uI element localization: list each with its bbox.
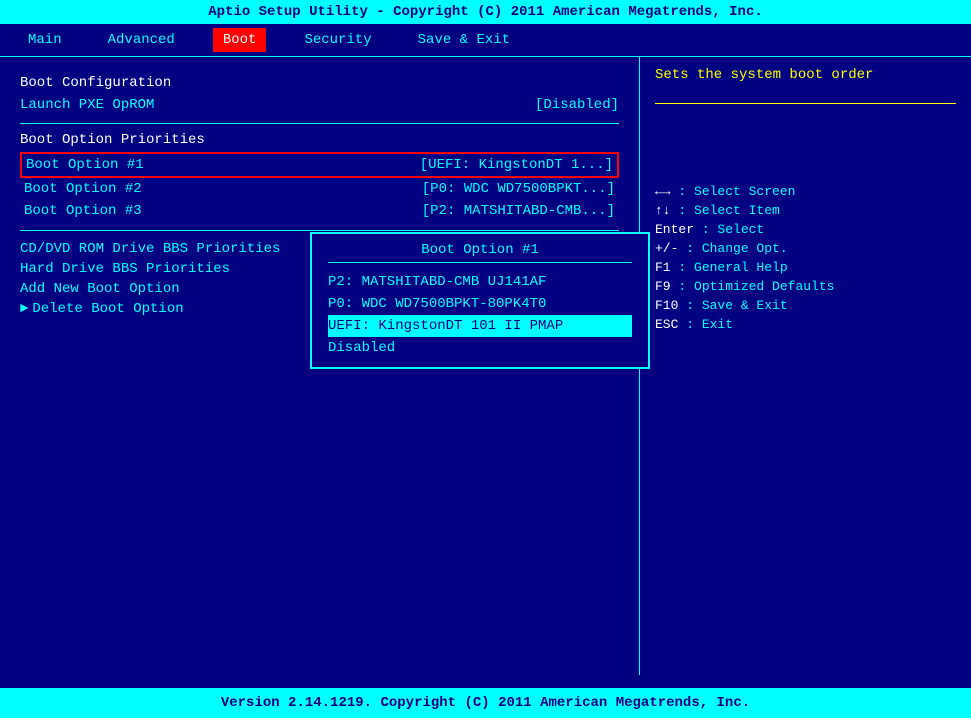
- menu-item-boot[interactable]: Boot: [213, 28, 267, 52]
- key-f10-key: F10: [655, 298, 678, 313]
- boot-option-3-row[interactable]: Boot Option #3 [P2: MATSHITABD-CMB...]: [20, 200, 619, 222]
- key-2-desc: : Change Opt.: [686, 241, 787, 256]
- key-esc-key: ESC: [655, 317, 678, 332]
- boot-option-3-label: Boot Option #3: [24, 203, 142, 219]
- key-esc-desc: : Exit: [686, 317, 733, 332]
- key-f9-desc: : Optimized Defaults: [678, 279, 834, 294]
- key-hint-enter: Enter : Select: [655, 222, 956, 237]
- divider1: [20, 123, 619, 124]
- link-cddvd-label: CD/DVD ROM Drive BBS Priorities: [20, 241, 280, 257]
- key-0-desc: : Select Screen: [678, 184, 795, 199]
- dropdown-popup: Boot Option #1 P2: MATSHITABD-CMB UJ141A…: [310, 232, 650, 369]
- key-enter-key: Enter: [655, 222, 694, 237]
- boot-option-1-value: [UEFI: KingstonDT 1...]: [420, 157, 613, 173]
- menu-item-main[interactable]: Main: [20, 30, 70, 50]
- key-1-desc: : Select Item: [678, 203, 779, 218]
- dropdown-item-0[interactable]: P2: MATSHITABD-CMB UJ141AF: [328, 271, 632, 293]
- launch-pxe-label: Launch PXE OpROM: [20, 97, 154, 113]
- key-hint-f10: F10 : Save & Exit: [655, 298, 956, 313]
- link-delete-boot-label: Delete Boot Option: [32, 301, 183, 317]
- key-2-key: +/-: [655, 241, 678, 256]
- boot-option-2-row[interactable]: Boot Option #2 [P0: WDC WD7500BPKT...]: [20, 178, 619, 200]
- boot-option-3-value: [P2: MATSHITABD-CMB...]: [422, 203, 615, 219]
- key-hint-1: ↑↓ : Select Item: [655, 203, 956, 218]
- key-0-key: ←→: [655, 184, 671, 199]
- key-f10-desc: : Save & Exit: [686, 298, 787, 313]
- key-f1-desc: : General Help: [678, 260, 787, 275]
- arrow-icon: ►: [20, 301, 28, 317]
- key-1-key: ↑↓: [655, 203, 671, 218]
- dropdown-item-2[interactable]: UEFI: KingstonDT 101 II PMAP: [328, 315, 632, 337]
- main-container: Boot Configuration Launch PXE OpROM [Dis…: [0, 57, 971, 675]
- key-hint-f1: F1 : General Help: [655, 260, 956, 275]
- menu-bar: Main Advanced Boot Security Save & Exit: [0, 24, 971, 57]
- divider2: [20, 230, 619, 231]
- menu-item-advanced[interactable]: Advanced: [100, 30, 183, 50]
- dropdown-item-1[interactable]: P0: WDC WD7500BPKT-80PK4T0: [328, 293, 632, 315]
- key-f9-key: F9: [655, 279, 671, 294]
- left-panel: Boot Configuration Launch PXE OpROM [Dis…: [0, 57, 640, 675]
- key-hint-2: +/- : Change Opt.: [655, 241, 956, 256]
- bottom-bar: Version 2.14.1219. Copyright (C) 2011 Am…: [0, 688, 971, 718]
- launch-pxe-row: Launch PXE OpROM [Disabled]: [20, 95, 619, 115]
- link-add-boot-label: Add New Boot Option: [20, 281, 180, 297]
- key-hint-esc: ESC : Exit: [655, 317, 956, 332]
- divider3: [655, 103, 956, 104]
- menu-item-save-exit[interactable]: Save & Exit: [410, 30, 518, 50]
- bottom-text: Version 2.14.1219. Copyright (C) 2011 Am…: [221, 695, 750, 711]
- dropdown-item-3[interactable]: Disabled: [328, 337, 632, 359]
- boot-option-1-row[interactable]: Boot Option #1 [UEFI: KingstonDT 1...]: [20, 152, 619, 178]
- help-text: Sets the system boot order: [655, 67, 956, 83]
- title-bar: Aptio Setup Utility - Copyright (C) 2011…: [0, 0, 971, 24]
- key-f1-key: F1: [655, 260, 671, 275]
- section1-title: Boot Configuration: [20, 75, 619, 91]
- key-enter-desc: : Select: [702, 222, 764, 237]
- menu-item-security[interactable]: Security: [296, 30, 379, 50]
- boot-option-1-label: Boot Option #1: [26, 157, 144, 173]
- key-hint-f9: F9 : Optimized Defaults: [655, 279, 956, 294]
- boot-option-2-label: Boot Option #2: [24, 181, 142, 197]
- boot-option-2-value: [P0: WDC WD7500BPKT...]: [422, 181, 615, 197]
- right-panel: Sets the system boot order ←→ : Select S…: [640, 57, 971, 675]
- key-hint-0: ←→ : Select Screen: [655, 184, 956, 199]
- launch-pxe-value[interactable]: [Disabled]: [535, 97, 619, 113]
- title-text: Aptio Setup Utility - Copyright (C) 2011…: [208, 4, 763, 20]
- link-harddrive-label: Hard Drive BBS Priorities: [20, 261, 230, 277]
- section2-title: Boot Option Priorities: [20, 132, 619, 148]
- dropdown-title: Boot Option #1: [328, 242, 632, 263]
